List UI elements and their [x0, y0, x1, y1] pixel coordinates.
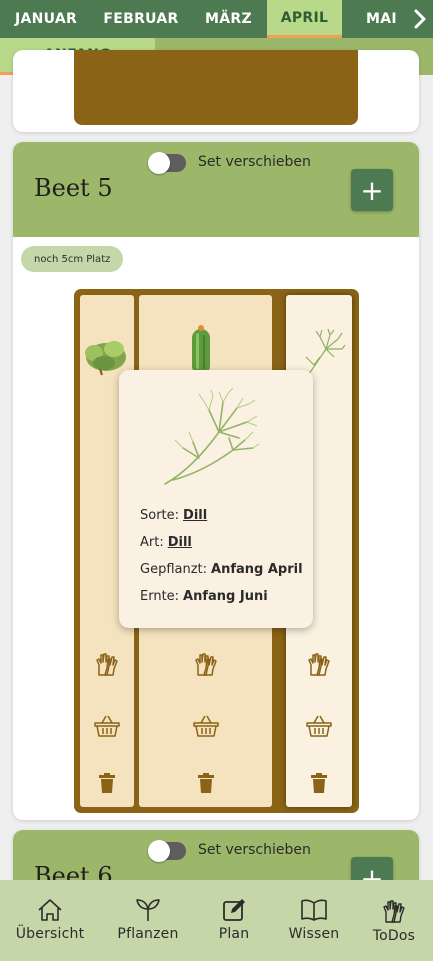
sprout-icon	[136, 899, 160, 921]
edit-icon	[223, 899, 245, 921]
info-row-planted: Gepflanzt: Anfang April	[140, 562, 303, 577]
info-row-harvest: Ernte: Anfang Juni	[140, 589, 268, 604]
gloves-icon[interactable]	[193, 651, 219, 677]
plant-info-popup: Sorte: Dill Art: Dill Gepflanzt: Anfang Apr…	[119, 370, 313, 628]
space-badge: noch 5cm Platz	[21, 246, 124, 272]
nav-label: Wissen	[288, 926, 340, 942]
harvest-value: Anfang Juni	[183, 589, 268, 604]
nav-uebersicht[interactable]: Übersicht	[8, 880, 92, 961]
nav-label: Plan	[218, 926, 250, 942]
basket-icon[interactable]	[192, 714, 219, 738]
bed-title: Beet 5	[34, 174, 113, 202]
cucumber-icon	[192, 325, 210, 375]
info-row-variety: Sorte: Dill	[140, 508, 207, 523]
info-row-species: Art: Dill	[140, 535, 192, 550]
info-label: Gepflanzt:	[140, 562, 208, 577]
move-set-label: Set verschieben	[198, 842, 311, 858]
move-set-toggle[interactable]	[148, 152, 186, 174]
tab-april[interactable]: APRIL	[267, 0, 342, 38]
gloves-icon[interactable]	[94, 651, 120, 677]
nav-label: Übersicht	[15, 926, 85, 942]
bed-header: Set verschieben Beet 5 +	[13, 142, 419, 237]
book-icon	[301, 899, 327, 921]
gloves-icon[interactable]	[306, 651, 332, 677]
gloves-icon	[383, 900, 405, 923]
dill-image	[164, 388, 260, 485]
variety-link[interactable]: Dill	[183, 508, 207, 523]
planted-value: Anfang April	[211, 562, 303, 577]
basket-icon[interactable]	[306, 714, 332, 738]
bottom-navigation: Übersicht Pflanzen Plan Wissen ToDos	[0, 880, 433, 961]
home-icon	[38, 899, 62, 921]
info-label: Art:	[140, 535, 164, 550]
nav-todos[interactable]: ToDos	[356, 880, 432, 961]
nav-label: ToDos	[372, 928, 416, 944]
trash-icon[interactable]	[311, 773, 327, 793]
tab-januar[interactable]: JANUAR	[0, 0, 92, 38]
move-set-label: Set verschieben	[198, 154, 311, 170]
tab-mai[interactable]: MAI	[342, 0, 417, 38]
trash-icon[interactable]	[99, 773, 115, 793]
basket-icon[interactable]	[94, 714, 120, 738]
nav-plan[interactable]: Plan	[196, 880, 272, 961]
bed-area	[74, 50, 358, 125]
info-label: Ernte:	[140, 589, 180, 604]
trash-icon[interactable]	[197, 773, 214, 793]
tab-maerz[interactable]: MÄRZ	[190, 0, 267, 38]
move-set-toggle[interactable]	[148, 840, 186, 862]
bed-card-previous	[13, 50, 419, 132]
chevron-right-icon[interactable]	[413, 7, 427, 31]
add-plant-button[interactable]: +	[351, 169, 393, 211]
nav-label: Pflanzen	[117, 926, 179, 942]
species-link[interactable]: Dill	[168, 535, 192, 550]
info-label: Sorte:	[140, 508, 180, 523]
nav-wissen[interactable]: Wissen	[276, 880, 352, 961]
tab-februar[interactable]: FEBRUAR	[92, 0, 190, 38]
month-tabs: JANUAR FEBRUAR MÄRZ APRIL MAI	[0, 0, 433, 38]
nav-pflanzen[interactable]: Pflanzen	[106, 880, 190, 961]
